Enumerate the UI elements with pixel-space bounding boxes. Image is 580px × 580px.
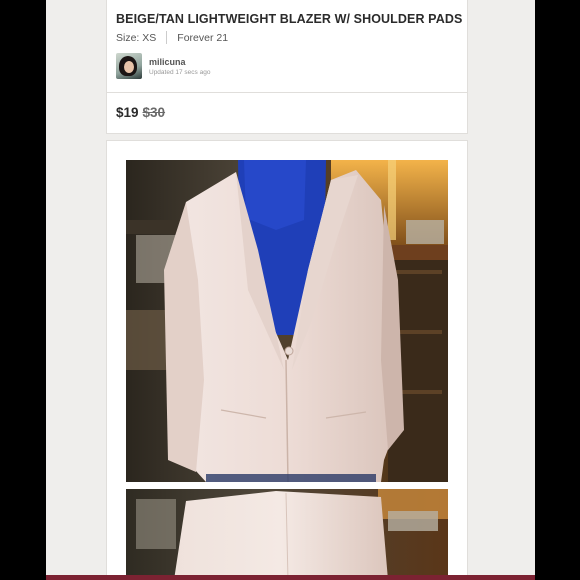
original-price: $30 <box>142 105 166 120</box>
seller-avatar[interactable] <box>116 53 142 79</box>
listing-title: BEIGE/TAN LIGHTWEIGHT BLAZER W/ SHOULDER… <box>116 12 463 26</box>
seller-username[interactable]: milicuna <box>149 57 210 67</box>
listing-header-card: BEIGE/TAN LIGHTWEIGHT BLAZER W/ SHOULDER… <box>107 0 467 92</box>
listing-meta: Size: XS Forever 21 <box>116 31 228 44</box>
blazer-front-photo[interactable] <box>126 160 448 482</box>
bottom-action-bar <box>46 575 535 580</box>
photo-gallery <box>107 141 467 580</box>
blazer-back-photo[interactable] <box>126 489 448 580</box>
meta-divider <box>166 31 168 44</box>
price-card: $19 $30 <box>107 93 467 133</box>
seller-info[interactable]: milicuna Updated 17 secs ago <box>116 53 210 79</box>
updated-timestamp: Updated 17 secs ago <box>149 68 211 76</box>
current-price: $19 <box>116 105 139 120</box>
price-row: $19 $30 <box>116 105 165 120</box>
size-label: Size: XS <box>116 31 157 44</box>
brand-link[interactable]: Forever 21 <box>177 32 228 44</box>
